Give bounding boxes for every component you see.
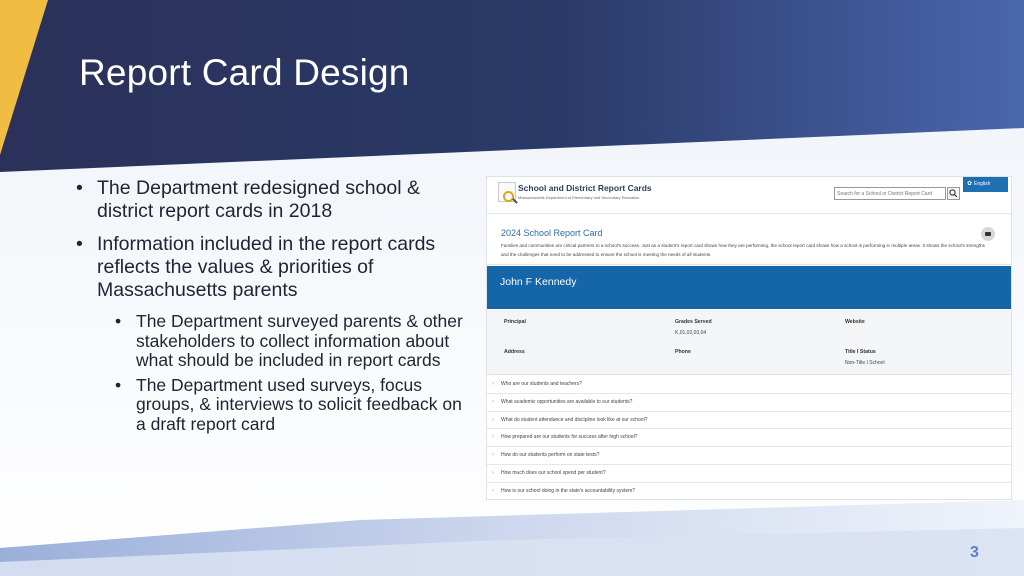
page-number: 3 [970, 544, 979, 561]
chevron-right-icon: › [492, 416, 494, 423]
grades-label: Grades Served [675, 319, 712, 325]
question-item[interactable]: › How is our school doing in the state's … [487, 483, 1011, 499]
question-text: What academic opportunities are availabl… [501, 398, 633, 405]
globe-icon: ✿ [967, 181, 973, 187]
site-title: School and District Report Cards [518, 183, 652, 193]
search-icon [949, 189, 958, 198]
question-text: Who are our students and teachers? [501, 381, 582, 387]
question-text: How is our school doing in the state's a… [501, 487, 636, 494]
search-input[interactable] [834, 187, 946, 200]
question-item[interactable]: › What academic opportunities are availab… [487, 394, 1011, 412]
chevron-right-icon: › [492, 434, 494, 441]
language-label: English [974, 181, 991, 187]
question-text: What do student attendance and disciplin… [501, 416, 648, 423]
title1-label: Title I Status [845, 349, 876, 355]
report-card-screenshot: School and District Report Cards Massach… [486, 176, 1012, 500]
school-name: John F Kennedy [500, 276, 577, 288]
question-item[interactable]: › What do student attendance and discipli… [487, 412, 1011, 430]
question-text: How much does our school spend per stude… [501, 469, 606, 476]
sub-bullet-item: The Department used surveys, focus group… [113, 375, 464, 435]
question-item[interactable]: › How do our students perform on state te… [487, 447, 1011, 465]
chevron-right-icon: › [492, 487, 494, 494]
phone-label: Phone [675, 349, 691, 355]
address-label: Address [504, 349, 525, 355]
question-item[interactable]: › How prepared are our students for succe… [487, 429, 1011, 448]
question-text: How do our students perform on state tes… [501, 452, 600, 459]
chevron-right-icon: › [492, 452, 494, 459]
site-subtitle: Massachusetts Department of Elementary a… [518, 195, 640, 200]
website-label: Website [845, 319, 865, 325]
report-description: Families and communities are critical pa… [501, 243, 985, 257]
question-item[interactable]: › How much does our school spend per stud… [487, 465, 1011, 483]
title1-value: Non-Title I School [845, 360, 885, 366]
principal-label: Principal [504, 319, 526, 325]
bullet-item: Information included in the report cards… [74, 233, 464, 302]
bullet-list: The Department redesigned school & distr… [74, 177, 464, 440]
chevron-right-icon: › [492, 398, 494, 405]
school-info-panel: Principal Grades Served K,01,02,03,04 We… [487, 310, 1011, 375]
report-title: 2024 School Report Card [501, 228, 603, 238]
language-button[interactable]: ✿ English [963, 177, 1008, 192]
slide-title: Report Card Design [79, 52, 410, 93]
question-text: How prepared are our students for succes… [501, 434, 638, 441]
question-list: › Who are our students and teachers? › Wha… [487, 376, 1011, 499]
magnifier-handle [512, 198, 518, 204]
question-item[interactable]: › Who are our students and teachers? [487, 376, 1011, 394]
site-header: School and District Report Cards Massach… [487, 177, 1011, 210]
print-icon[interactable] [981, 227, 995, 241]
school-banner: John F Kennedy [487, 266, 1011, 309]
search-button[interactable] [947, 187, 960, 200]
report-intro: 2024 School Report Card Families and com… [487, 213, 1011, 265]
sub-bullet-item: The Department surveyed parents & other … [113, 311, 464, 371]
bullet-item: The Department redesigned school & distr… [74, 177, 464, 223]
grades-value: K,01,02,03,04 [675, 330, 707, 336]
chevron-right-icon: › [492, 469, 494, 476]
chevron-right-icon: › [492, 381, 494, 387]
